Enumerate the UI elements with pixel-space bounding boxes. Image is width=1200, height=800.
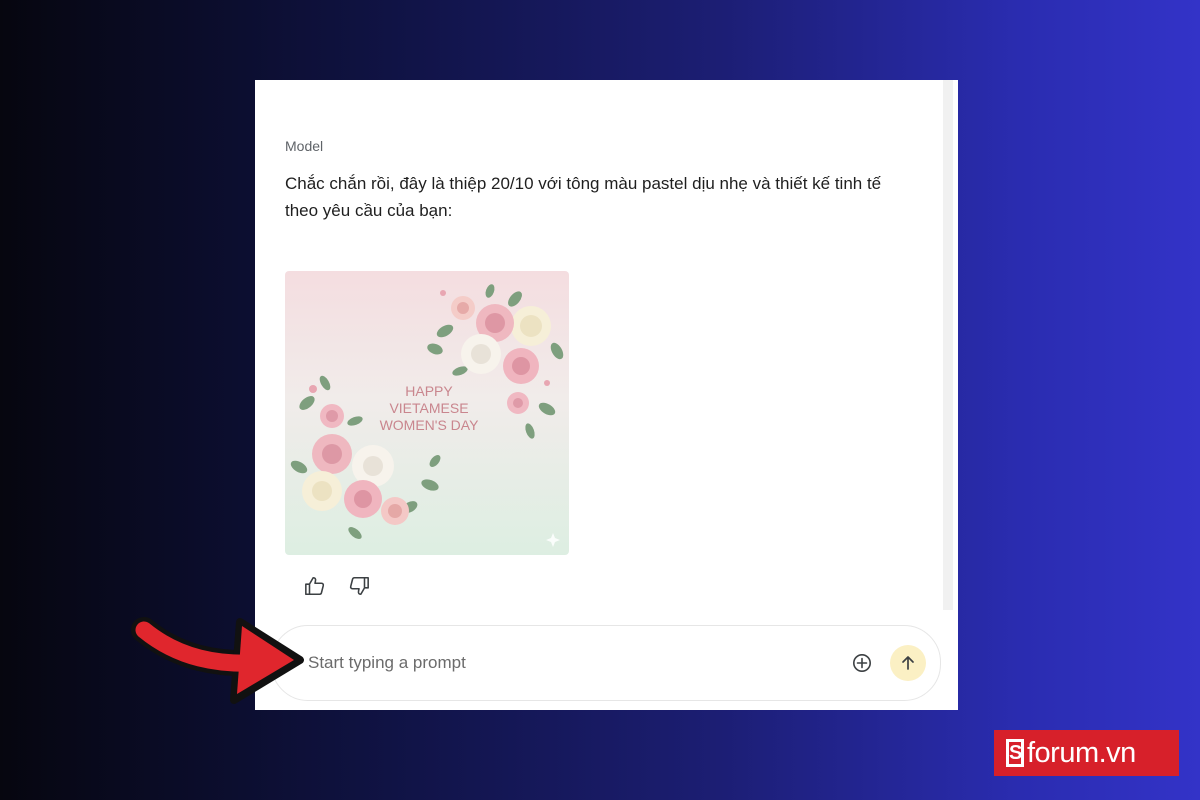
thumbs-down-icon xyxy=(349,576,369,596)
dislike-button[interactable] xyxy=(347,574,371,598)
send-button[interactable] xyxy=(890,645,926,681)
scrollbar[interactable] xyxy=(943,80,953,610)
prompt-input[interactable] xyxy=(308,648,808,678)
card-text-line-3: WOMEN'S DAY xyxy=(380,417,480,433)
like-button[interactable] xyxy=(303,574,327,598)
arrow-up-icon xyxy=(902,656,914,670)
card-text-line-2: VIETAMESE xyxy=(389,400,468,416)
prompt-bar xyxy=(271,625,941,701)
role-label: Model xyxy=(285,138,324,154)
card-text-line-1: HAPPY xyxy=(405,383,453,399)
sforum-logo: S forum.vn xyxy=(994,730,1179,776)
generated-card-image[interactable]: HAPPY VIETAMESE WOMEN'S DAY xyxy=(285,271,569,555)
model-message: Chắc chắn rồi, đây là thiệp 20/10 với tô… xyxy=(285,174,882,220)
add-button[interactable] xyxy=(852,653,872,673)
logo-mark: S xyxy=(1006,739,1024,767)
annotation-arrow xyxy=(131,617,304,704)
thumbs-up-icon xyxy=(305,576,325,596)
add-circle-icon xyxy=(853,654,871,672)
logo-text: forum.vn xyxy=(1027,736,1136,769)
chat-panel: Model Chắc chắn rồi, đây là thiệp 20/10 … xyxy=(255,80,958,710)
